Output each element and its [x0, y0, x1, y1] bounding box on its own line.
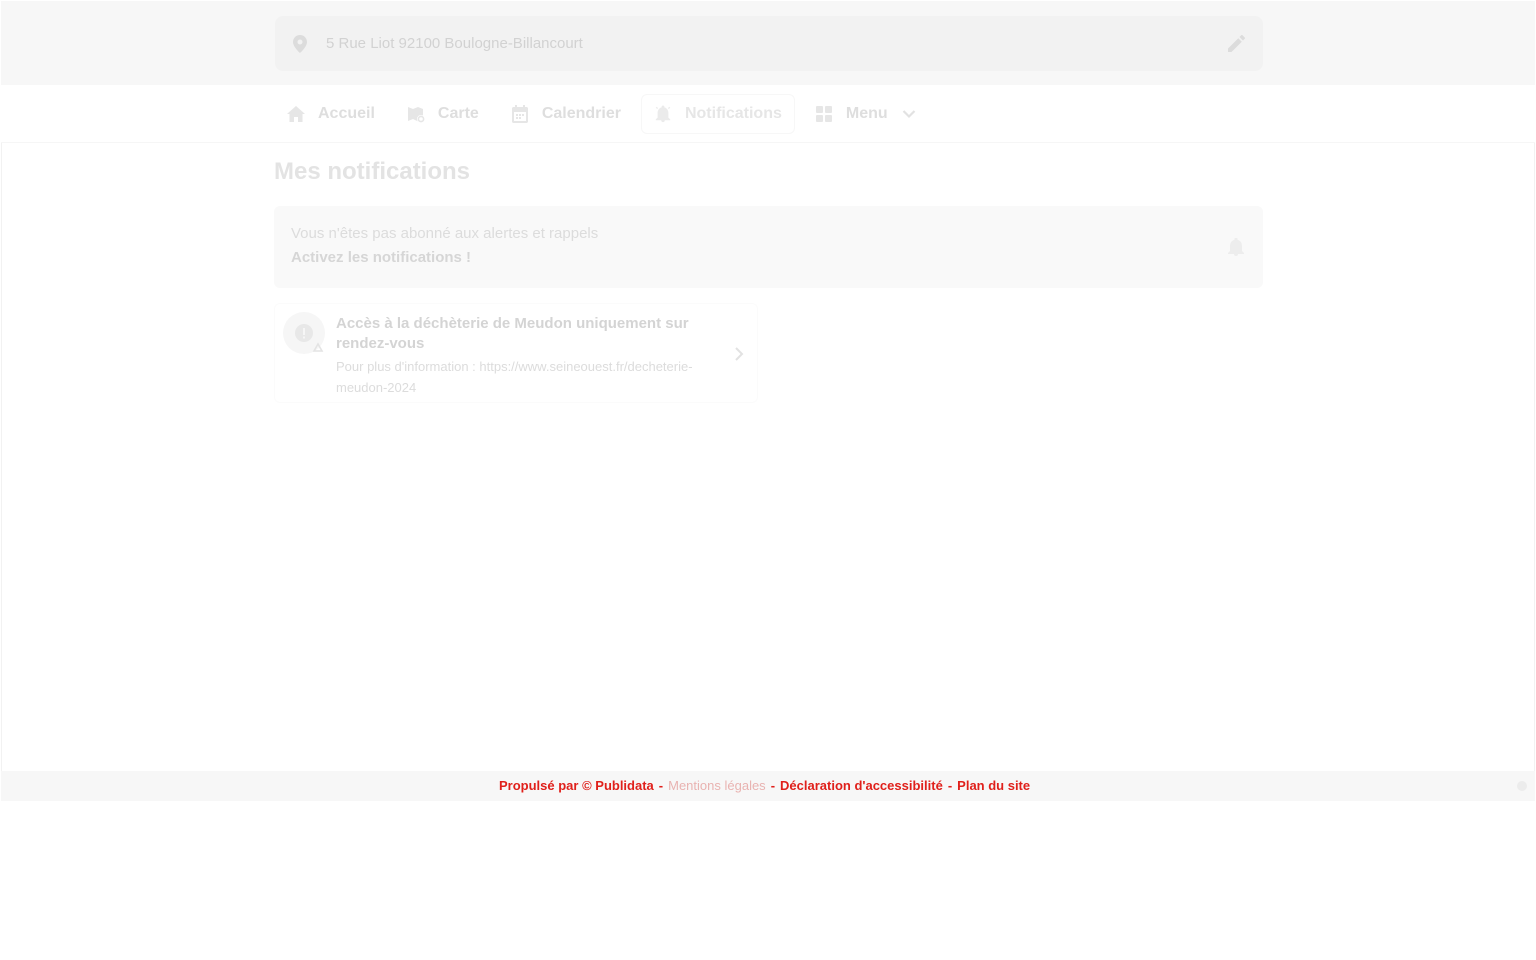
- grid-icon: [815, 105, 833, 123]
- address-band: 5 Rue Liot 92100 Boulogne-Billancourt: [1, 1, 1535, 85]
- bell-icon: [1227, 237, 1245, 256]
- nav-item-notifications[interactable]: Notifications: [640, 94, 795, 134]
- footer-links: Propulsé par © Publidata - Mentions léga…: [499, 778, 1030, 793]
- alert-circle-icon: [294, 323, 314, 343]
- footer-link-plan-du-site[interactable]: Plan du site: [957, 778, 1030, 793]
- footer-separator: -: [947, 778, 953, 793]
- edit-address-button[interactable]: [1225, 33, 1247, 55]
- nav-item-label: Accueil: [318, 105, 375, 122]
- footer-link-mentions[interactable]: Mentions légales: [668, 778, 766, 793]
- nav-item-accueil[interactable]: Accueil: [275, 94, 387, 134]
- main-navbar: Accueil Carte Calendrier Notifications M…: [1, 85, 1535, 143]
- nav-item-label: Calendrier: [541, 105, 621, 122]
- notification-title: Accès à la déchèterie de Meudon uniqueme…: [336, 315, 689, 352]
- activate-notifications-link[interactable]: Activez les notifications !: [291, 249, 471, 266]
- map-icon: [407, 105, 425, 123]
- recycle-icon: [311, 342, 325, 356]
- nav-item-label: Notifications: [684, 105, 782, 122]
- chevron-down-icon: [902, 107, 916, 121]
- address-text: 5 Rue Liot 92100 Boulogne-Billancourt: [326, 35, 583, 52]
- app-root: 5 Rue Liot 92100 Boulogne-Billancourt Ac…: [0, 0, 1536, 960]
- footer-link-publidata[interactable]: Propulsé par © Publidata: [499, 778, 654, 793]
- nav-item-calendrier[interactable]: Calendrier: [499, 94, 633, 134]
- pencil-icon: [1227, 35, 1245, 52]
- nav-menu: Accueil Carte Calendrier Notifications M…: [275, 85, 936, 143]
- footer-separator: -: [770, 778, 776, 793]
- address-bar[interactable]: 5 Rue Liot 92100 Boulogne-Billancourt: [275, 16, 1263, 71]
- notification-item[interactable]: Accès à la déchèterie de Meudon uniqueme…: [274, 303, 758, 403]
- nav-item-carte[interactable]: Carte: [395, 94, 491, 134]
- notification-body: Pour plus d'information : https://www.se…: [336, 359, 693, 395]
- nav-item-label: Menu: [845, 105, 888, 122]
- footer-separator: -: [658, 778, 664, 793]
- page-title: Mes notifications: [274, 158, 471, 185]
- footer-link-accessibilite[interactable]: Déclaration d'accessibilité: [780, 778, 943, 793]
- status-dot: [1517, 781, 1527, 791]
- chevron-right-icon: [733, 346, 745, 362]
- nav-item-label: Carte: [437, 105, 479, 122]
- calendar-icon: [511, 105, 529, 123]
- subscribe-notifications-card[interactable]: Vous n'êtes pas abonné aux alertes et ra…: [274, 206, 1263, 288]
- bell-ring-icon: [654, 105, 672, 123]
- map-pin-icon: [291, 34, 309, 53]
- footer: Propulsé par © Publidata - Mentions léga…: [1, 771, 1535, 801]
- notification-badge: [283, 312, 325, 354]
- home-icon: [287, 105, 305, 123]
- subscribe-message: Vous n'êtes pas abonné aux alertes et ra…: [291, 225, 599, 242]
- nav-item-menu[interactable]: Menu: [803, 94, 928, 134]
